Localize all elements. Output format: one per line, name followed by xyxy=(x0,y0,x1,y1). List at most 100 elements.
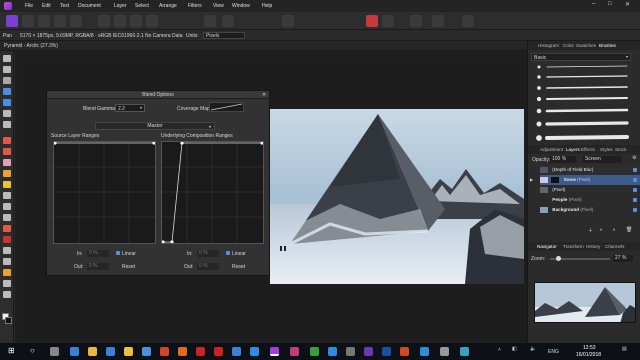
liquify-persona-icon[interactable] xyxy=(22,15,34,27)
refine-icon[interactable] xyxy=(382,15,394,27)
red-eye-tool-icon[interactable] xyxy=(3,236,11,243)
windows-start-icon[interactable]: ⊞ xyxy=(8,346,15,355)
store-icon[interactable] xyxy=(106,347,115,356)
tab-navigator[interactable]: Navigator xyxy=(537,244,557,249)
notifications-icon[interactable]: ▤ xyxy=(622,346,627,352)
underlying-linear-checkbox[interactable] xyxy=(226,251,230,255)
units-dropdown[interactable]: Pixels xyxy=(203,32,245,39)
coverage-map-curve[interactable] xyxy=(209,102,244,112)
menu-edit[interactable]: Edit xyxy=(42,3,51,9)
search-icon[interactable]: ○ xyxy=(30,346,35,355)
menu-select[interactable]: Select xyxy=(135,3,149,9)
app-icon[interactable] xyxy=(346,347,355,356)
tab-transform[interactable]: Transform xyxy=(563,244,584,249)
tab-histogram[interactable]: Histogram xyxy=(538,43,559,48)
auto-contrast-icon[interactable] xyxy=(114,15,126,27)
layer-visibility-checkbox[interactable] xyxy=(633,168,637,172)
blend-gamma-field[interactable]: 2.2 ▾ xyxy=(115,104,145,112)
menu-file[interactable]: File xyxy=(25,3,33,9)
color-picker-icon[interactable] xyxy=(3,291,11,298)
erase-brush-icon[interactable] xyxy=(3,159,11,166)
app-icon[interactable] xyxy=(160,347,169,356)
source-in-field[interactable]: 0 % xyxy=(87,250,109,257)
chrome-icon[interactable] xyxy=(124,347,133,356)
view-tool-icon[interactable] xyxy=(3,66,11,73)
underlying-in-field[interactable]: 0 % xyxy=(197,250,219,257)
source-reset-button[interactable]: Reset xyxy=(122,264,135,270)
app-icon[interactable] xyxy=(400,347,409,356)
layer-visibility-checkbox[interactable] xyxy=(633,208,637,212)
tab-styles[interactable]: Styles xyxy=(600,147,613,152)
zoom-slider[interactable] xyxy=(550,256,610,261)
app-icon[interactable] xyxy=(460,347,469,356)
view-mode-icon[interactable] xyxy=(462,15,474,27)
affinity-designer-icon[interactable] xyxy=(250,347,259,356)
blemish-tool-icon[interactable] xyxy=(3,214,11,221)
auto-colors-icon[interactable] xyxy=(130,15,142,27)
fill-tool-icon[interactable] xyxy=(3,170,11,177)
maximize-icon[interactable]: □ xyxy=(608,1,612,7)
menu-filters[interactable]: Filters xyxy=(188,3,202,9)
language-indicator[interactable]: ENG xyxy=(548,349,559,355)
channel-dropdown[interactable]: Master ▾ xyxy=(95,122,215,130)
app-icon[interactable] xyxy=(310,347,319,356)
expand-arrow-icon[interactable]: ▶ xyxy=(530,177,533,182)
close-dialog-icon[interactable]: ✕ xyxy=(262,92,266,98)
zoom-slider-handle[interactable] xyxy=(556,256,561,261)
crop-tool-icon[interactable] xyxy=(3,77,11,84)
menu-help[interactable]: Help xyxy=(262,3,272,9)
tray-chevron-icon[interactable]: ˄ xyxy=(498,347,501,353)
tab-adjustment[interactable]: Adjustment xyxy=(540,147,563,152)
edge-browser-icon[interactable] xyxy=(70,347,79,356)
brush-category-dropdown[interactable]: Basic ▾ xyxy=(531,53,631,61)
menu-view[interactable]: View xyxy=(213,3,224,9)
auto-levels-icon[interactable] xyxy=(98,15,110,27)
app-icon[interactable] xyxy=(178,347,187,356)
underlying-composition-graph[interactable] xyxy=(161,141,264,244)
tab-color[interactable]: Color xyxy=(563,43,574,48)
tab-brushes[interactable]: Brushes xyxy=(599,43,616,48)
photo-persona-icon[interactable] xyxy=(6,15,18,27)
menu-arrange[interactable]: Arrange xyxy=(159,3,177,9)
source-end-node[interactable] xyxy=(152,141,156,145)
tab-history[interactable]: History xyxy=(586,244,600,249)
source-linear-checkbox[interactable] xyxy=(116,251,120,255)
source-layer-graph[interactable] xyxy=(53,141,156,244)
app-icon[interactable] xyxy=(232,347,241,356)
layer-row[interactable]: People (Pixel) xyxy=(540,195,640,205)
underlying-node-1[interactable] xyxy=(161,240,165,244)
menu-document[interactable]: Document xyxy=(78,3,101,9)
affinity-publisher-icon[interactable] xyxy=(290,347,299,356)
layer-row[interactable]: (Depth of Field Blur) xyxy=(540,165,640,175)
opacity-field[interactable]: 100 % xyxy=(550,156,576,163)
text-tool-icon[interactable] xyxy=(3,280,11,287)
app-icon[interactable] xyxy=(328,347,337,356)
menu-text[interactable]: Text xyxy=(60,3,69,9)
navigator-preview[interactable] xyxy=(534,282,636,323)
minimize-icon[interactable]: – xyxy=(592,1,595,7)
layer-visibility-checkbox[interactable] xyxy=(633,188,637,192)
tab-channels[interactable]: Channels xyxy=(605,244,624,249)
app-icon[interactable] xyxy=(214,347,223,356)
mask-icon[interactable]: ◐ xyxy=(600,227,603,233)
tab-stock[interactable]: Stock xyxy=(615,147,627,152)
underlying-node-3[interactable] xyxy=(180,141,184,145)
develop-persona-icon[interactable] xyxy=(38,15,50,27)
assistant-icon[interactable] xyxy=(432,15,444,27)
layer-row-selected[interactable]: Snow (Pixel) xyxy=(540,175,640,185)
tab-effects[interactable]: Effects xyxy=(581,147,595,152)
document-tab-title[interactable]: Pyramid - Arctic (27.3%) xyxy=(4,43,58,49)
arrange-icon[interactable] xyxy=(204,15,216,27)
zoom-field[interactable]: 27 % xyxy=(613,255,633,262)
layer-visibility-checkbox[interactable] xyxy=(633,198,637,202)
underlying-reset-button[interactable]: Reset xyxy=(232,264,245,270)
mail-icon[interactable] xyxy=(142,347,151,356)
pen-tool-icon[interactable] xyxy=(3,258,11,265)
freehand-select-icon[interactable] xyxy=(3,121,11,128)
app-icon[interactable] xyxy=(196,347,205,356)
layer-visibility-checkbox[interactable] xyxy=(633,178,637,182)
app-icon[interactable] xyxy=(420,347,429,356)
marquee-icon[interactable] xyxy=(3,110,11,117)
source-start-node[interactable] xyxy=(53,141,57,145)
tab-swatches[interactable]: Swatches xyxy=(576,43,596,48)
